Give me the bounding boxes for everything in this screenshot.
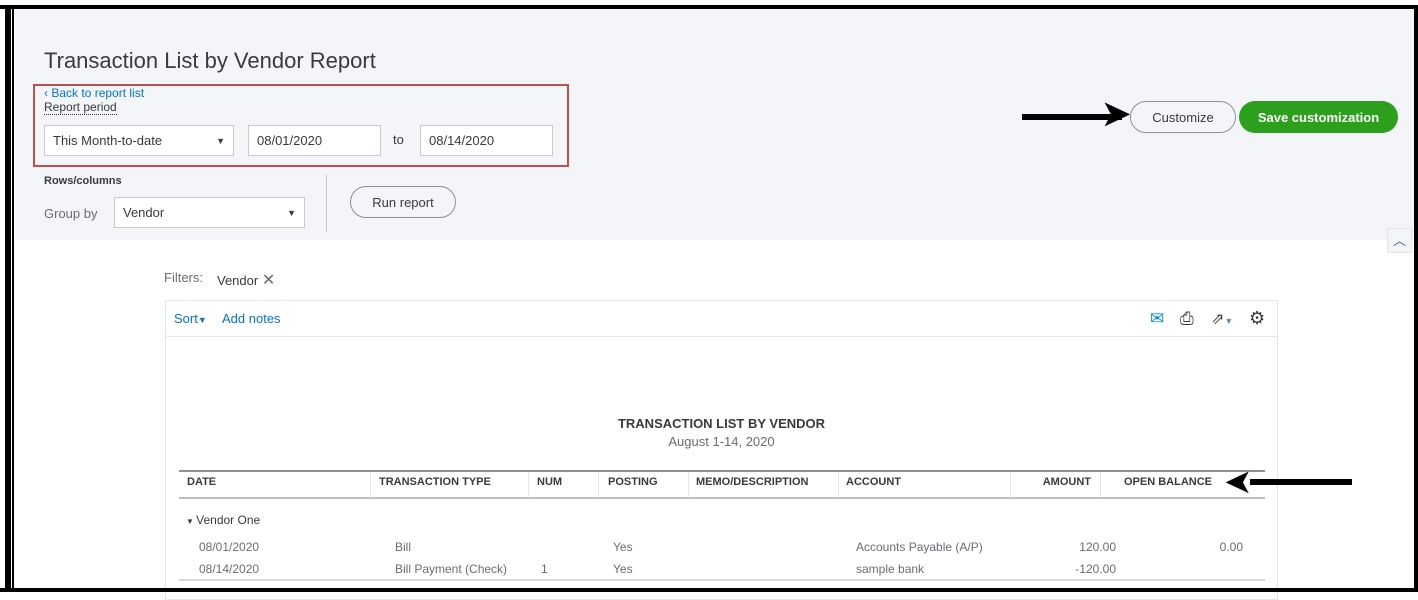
sort-button[interactable]: Sort▼ xyxy=(174,311,207,326)
header-bottom-rule xyxy=(179,497,1265,499)
cell-open-balance: 0.00 xyxy=(1219,540,1243,554)
frame xyxy=(1414,5,1418,592)
add-notes-link[interactable]: Add notes xyxy=(222,311,281,326)
report-period-label: Report period xyxy=(44,100,117,115)
cell-num: 1 xyxy=(541,562,548,576)
cell-date: 08/01/2020 xyxy=(199,540,260,554)
cell-amount: -120.00 xyxy=(1075,562,1116,576)
cell-type[interactable]: Bill xyxy=(395,540,411,554)
row-rule xyxy=(179,579,1265,581)
column-header-open-balance[interactable]: OPEN BALANCE xyxy=(1124,476,1212,488)
col-divider xyxy=(598,472,599,498)
caret-down-icon: ▼ xyxy=(287,207,296,218)
column-header-memo[interactable]: MEMO/DESCRIPTION xyxy=(696,476,808,488)
end-date-input[interactable]: 08/14/2020 xyxy=(420,125,553,156)
caret-down-icon: ▼ xyxy=(186,517,197,526)
filter-chip-vendor[interactable]: Vendor ✕ xyxy=(217,270,275,290)
print-icon[interactable]: ⎙ xyxy=(1180,309,1194,329)
frame xyxy=(12,5,14,592)
column-header-account[interactable]: ACCOUNT xyxy=(846,476,901,488)
frame xyxy=(0,0,1418,9)
rows-columns-label: Rows/columns xyxy=(44,175,122,187)
customize-button[interactable]: Customize xyxy=(1130,101,1236,133)
collapse-chevron-up-icon[interactable]: ︿ xyxy=(1387,228,1412,253)
column-header-transaction-type[interactable]: TRANSACTION TYPE xyxy=(379,476,491,488)
cell-date: 08/14/2020 xyxy=(199,562,260,576)
header-top-rule xyxy=(179,470,1265,472)
page-title: Transaction List by Vendor Report xyxy=(44,48,376,73)
frame xyxy=(5,5,11,592)
report-subtitle: August 1-14, 2020 xyxy=(668,434,775,449)
cell-account: Accounts Payable (A/P) xyxy=(856,540,983,554)
close-icon[interactable]: ✕ xyxy=(262,272,275,289)
frame xyxy=(0,588,1418,592)
start-date-input[interactable]: 08/01/2020 xyxy=(248,125,381,156)
report-title: TRANSACTION LIST BY VENDOR xyxy=(617,416,826,431)
report-toolbar xyxy=(165,300,1278,337)
export-icon[interactable]: ⇗▼ xyxy=(1211,309,1233,329)
caret-down-icon: ▼ xyxy=(216,135,225,146)
email-icon[interactable]: ✉ xyxy=(1150,309,1164,329)
column-header-amount[interactable]: AMOUNT xyxy=(1010,476,1091,488)
save-customization-button[interactable]: Save customization xyxy=(1239,101,1398,133)
to-label: to xyxy=(393,132,404,147)
cell-amount: 120.00 xyxy=(1079,540,1116,554)
run-report-button[interactable]: Run report xyxy=(350,186,456,218)
column-header-num[interactable]: NUM xyxy=(537,476,562,488)
back-to-report-list-link[interactable]: ‹ Back to report list xyxy=(44,86,144,100)
filters-label: Filters: xyxy=(164,270,203,285)
arrow-head: ➤ xyxy=(1224,463,1253,501)
col-divider xyxy=(688,472,689,498)
group-by-label: Group by xyxy=(44,206,98,221)
cell-posting: Yes xyxy=(613,562,633,576)
cell-posting: Yes xyxy=(613,540,633,554)
col-divider xyxy=(1100,472,1101,498)
column-header-date[interactable]: DATE xyxy=(187,476,216,488)
col-divider xyxy=(528,472,529,498)
arrow-head: ➤ xyxy=(1102,95,1131,133)
report-panel xyxy=(165,300,1278,600)
report-period-select[interactable]: This Month-to-date ▼ xyxy=(44,125,234,156)
group-row-vendor-one[interactable]: ▼ Vendor One xyxy=(186,513,260,527)
gear-icon[interactable]: ⚙ xyxy=(1249,308,1265,329)
col-divider xyxy=(838,472,839,498)
cell-type[interactable]: Bill Payment (Check) xyxy=(395,562,507,576)
annotation-arrow xyxy=(1250,479,1352,485)
column-header-posting[interactable]: POSTING xyxy=(608,476,658,488)
caret-down-icon: ▼ xyxy=(197,315,207,325)
divider xyxy=(326,174,327,232)
col-divider xyxy=(370,472,371,498)
group-by-select[interactable]: Vendor ▼ xyxy=(114,197,305,228)
cell-account: sample bank xyxy=(856,562,925,576)
